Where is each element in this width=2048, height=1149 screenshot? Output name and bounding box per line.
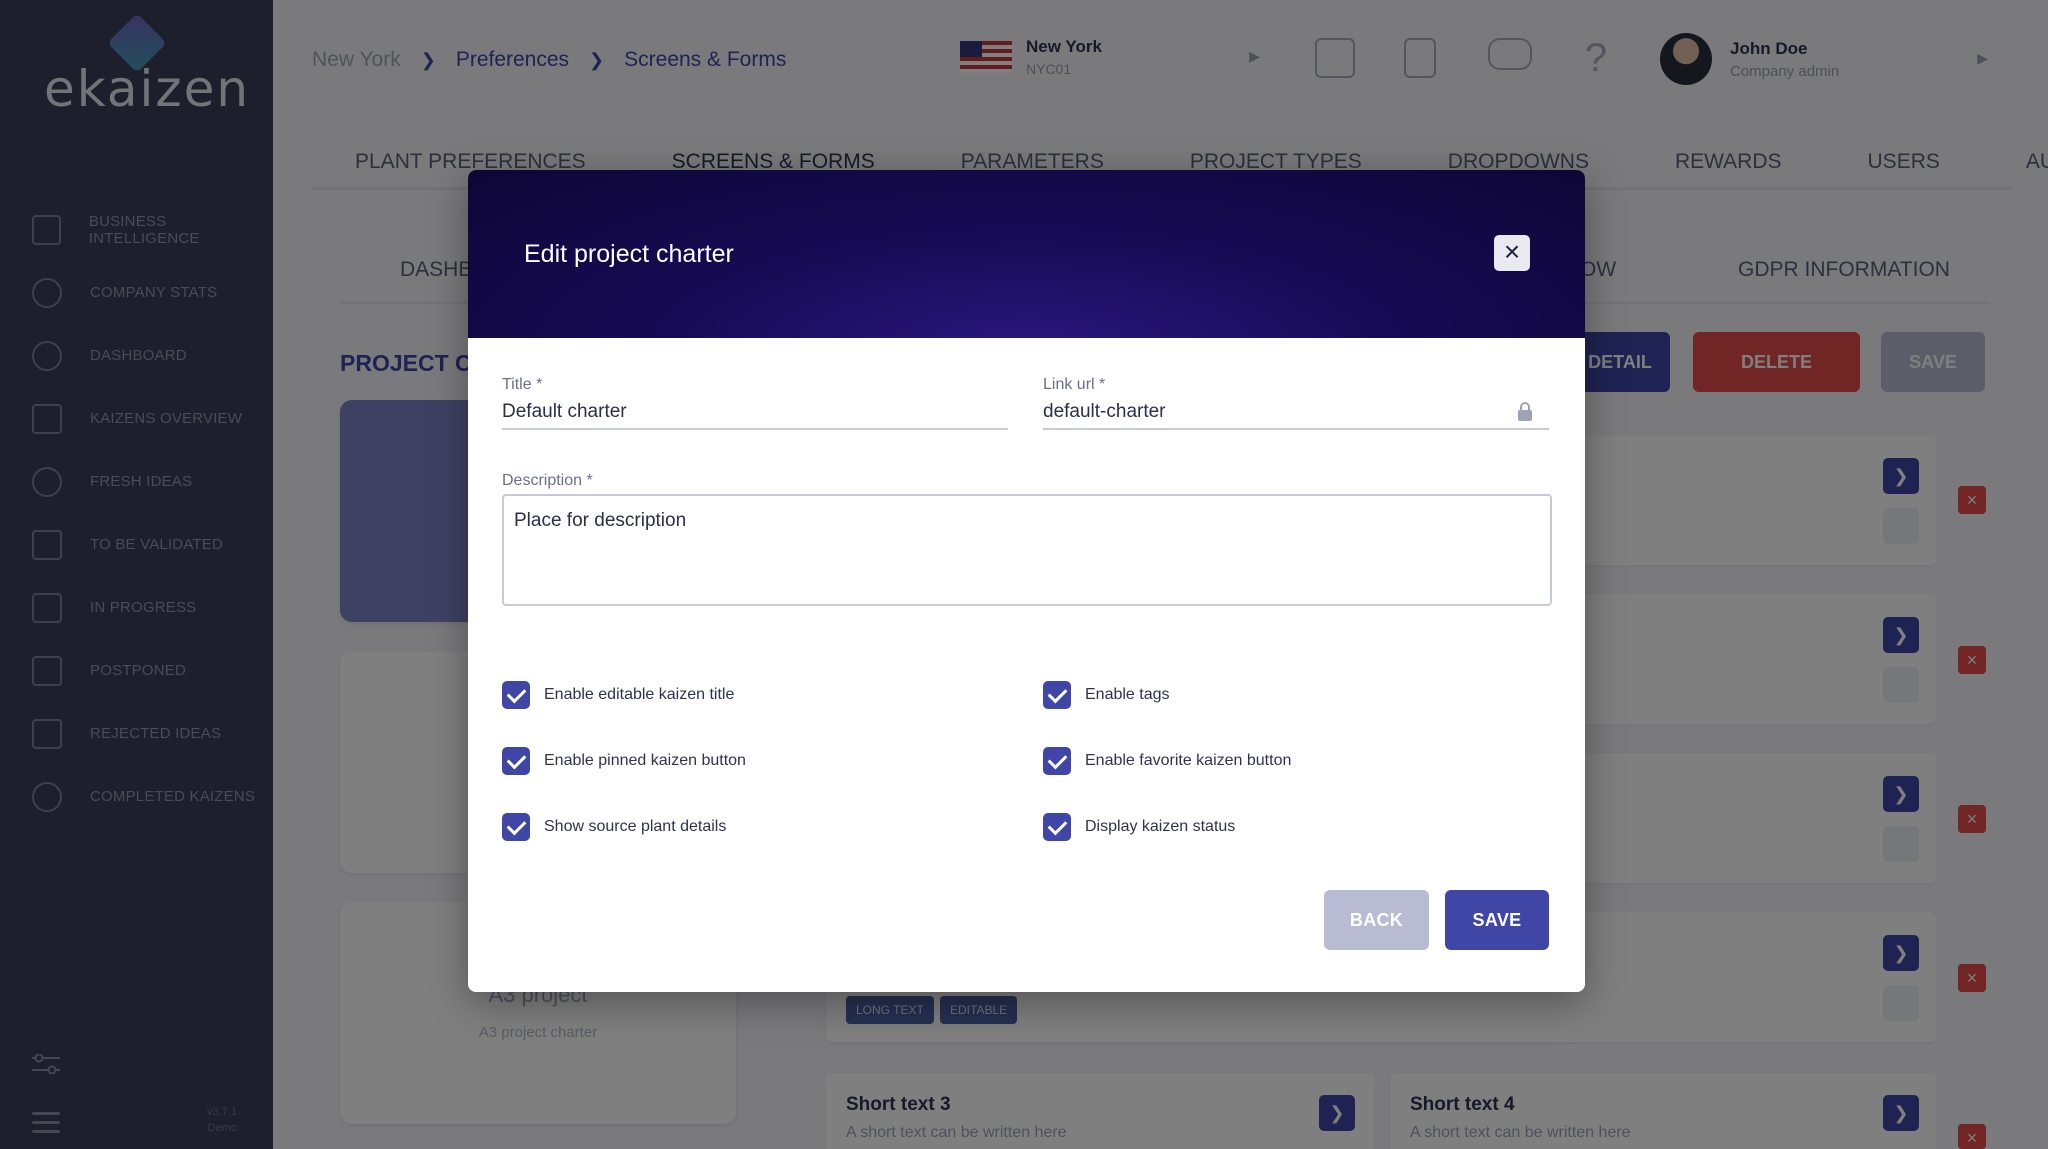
checkbox-label: Enable pinned kaizen button [544,752,746,769]
description-field-label: Description * [502,472,593,489]
modal-header: Edit project charter × [468,170,1585,338]
checkbox-pinned-kaizen-button[interactable]: Enable pinned kaizen button [502,747,746,775]
checkbox-checked-icon[interactable] [1043,681,1071,709]
checkbox-label: Enable favorite kaizen button [1085,752,1292,769]
checkbox-enable-tags[interactable]: Enable tags [1043,681,1170,709]
checkbox-label: Show source plant details [544,818,727,835]
description-textarea[interactable]: Place for description [502,494,1552,606]
title-input-underline [502,428,1008,430]
checkbox-checked-icon[interactable] [1043,747,1071,775]
checkbox-checked-icon[interactable] [502,747,530,775]
checkbox-display-kaizen-status[interactable]: Display kaizen status [1043,813,1235,841]
checkbox-editable-kaizen-title[interactable]: Enable editable kaizen title [502,681,734,709]
checkbox-checked-icon[interactable] [502,813,530,841]
modal-title: Edit project charter [524,240,734,268]
checkbox-checked-icon[interactable] [502,681,530,709]
link-url-input[interactable]: default-charter [1043,401,1166,423]
close-icon[interactable]: × [1494,235,1530,271]
save-button[interactable]: SAVE [1445,890,1549,950]
checkbox-checked-icon[interactable] [1043,813,1071,841]
title-input[interactable]: Default charter [502,401,627,423]
link-url-input-underline [1043,428,1549,430]
checkbox-label: Display kaizen status [1085,818,1236,835]
checkbox-favorite-kaizen-button[interactable]: Enable favorite kaizen button [1043,747,1291,775]
checkbox-label: Enable editable kaizen title [544,686,735,703]
link-url-field-label: Link url * [1043,376,1106,393]
back-button[interactable]: BACK [1324,890,1429,950]
checkbox-source-plant-details[interactable]: Show source plant details [502,813,726,841]
lock-icon [1518,402,1532,421]
checkbox-label: Enable tags [1085,686,1170,703]
title-field-label: Title * [502,376,543,393]
edit-project-charter-modal: Edit project charter × Title * Default c… [468,170,1585,992]
